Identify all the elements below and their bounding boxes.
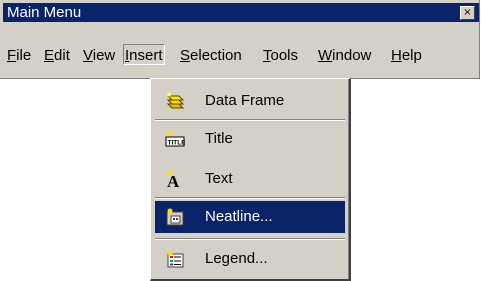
menu-item-label: Legend... [205,250,268,267]
window-title: Main Menu [7,4,82,21]
menu-file[interactable]: File [6,47,32,64]
insert-menu-dropdown: Data Frame TITLE Title A Text Neatline..… [150,78,351,281]
legend-icon [167,250,184,268]
neatline-icon [166,208,184,226]
menu-item-neatline[interactable]: Neatline... [155,201,345,233]
close-icon: × [463,7,472,18]
menu-item-legend[interactable]: Legend... [155,243,345,275]
menu-window[interactable]: Window [317,47,372,64]
menu-item-data-frame[interactable]: Data Frame [155,85,345,117]
menu-separator [155,119,345,121]
close-button[interactable]: × [460,6,475,20]
svg-text:TITLE: TITLE [168,140,186,147]
title-bar[interactable]: Main Menu × [3,3,479,22]
text-icon: A [167,170,180,188]
title-icon: TITLE [165,130,186,147]
menu-item-label: Title [205,130,233,147]
menu-separator [155,238,345,240]
menu-view[interactable]: View [82,47,116,64]
menu-insert[interactable]: Insert [123,44,165,65]
menu-edit[interactable]: Edit [43,47,71,64]
menu-item-label: Data Frame [205,92,285,109]
menu-item-label: Text [205,170,233,187]
menu-item-label: Neatline... [205,208,273,225]
menu-tools[interactable]: Tools [262,47,299,64]
data-frame-icon [166,92,185,109]
menu-selection[interactable]: Selection [179,47,243,64]
menu-help[interactable]: Help [390,47,423,64]
menu-item-title[interactable]: TITLE Title [155,123,345,155]
menu-bar: File Edit View Insert Selection Tools Wi… [0,34,479,65]
main-menu-window: Main Menu × File Edit View Insert Select… [0,0,480,79]
menu-item-text[interactable]: A Text [155,163,345,195]
menu-separator [155,197,345,199]
